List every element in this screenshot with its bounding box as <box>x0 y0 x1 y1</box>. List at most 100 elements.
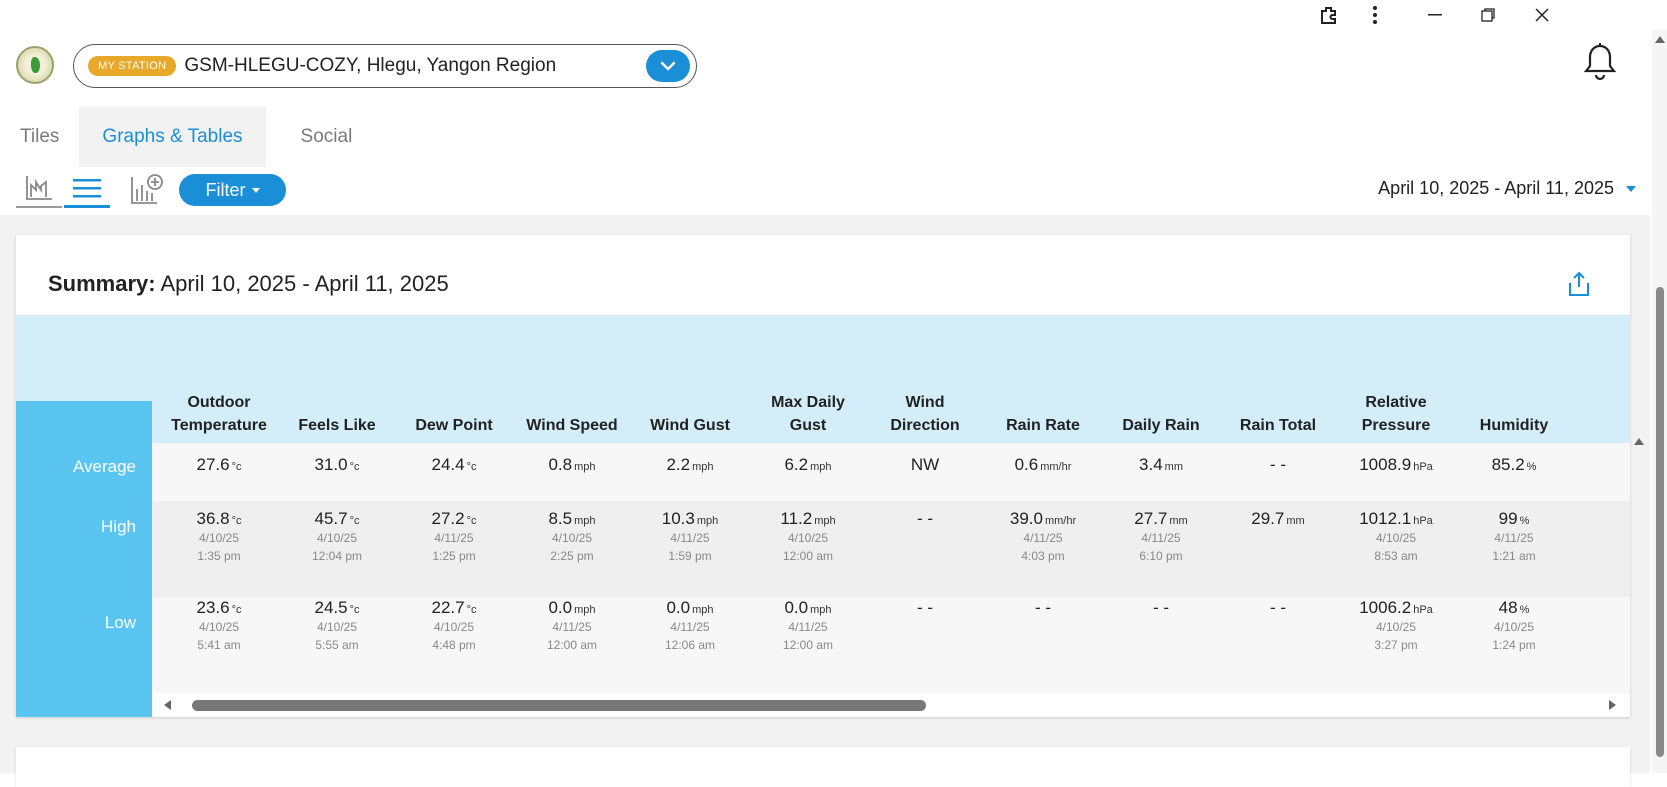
cell-date: 4/10/25 <box>551 531 593 545</box>
cell-value: 24.4 <box>431 455 465 474</box>
table-cell: 29.7 mm <box>1216 509 1340 529</box>
column-header-line2: Rain Rate <box>1006 417 1080 434</box>
cell-date: 4/11/25 <box>1023 531 1063 545</box>
cell-value: - - <box>916 509 934 528</box>
more-menu-icon[interactable] <box>1360 2 1390 28</box>
summary-card: Summary: April 10, 2025 - April 11, 2025… <box>16 235 1630 717</box>
cell-time: 4:48 pm <box>432 638 476 652</box>
table-cell: 1006.2 hPa 4/10/25 3:27 pm <box>1334 598 1458 654</box>
cell-date: 4/10/25 <box>198 620 240 634</box>
table-cell: NW <box>863 455 987 475</box>
cell-unit: °c <box>466 461 477 473</box>
tab-graphs-tables[interactable]: Graphs & Tables <box>79 107 266 167</box>
cell-value: 99 <box>1498 509 1518 528</box>
filter-button[interactable]: Filter <box>179 174 286 206</box>
cell-value: - - <box>1269 598 1287 617</box>
cell-value: 36.8 <box>196 509 230 528</box>
summary-range: April 10, 2025 - April 11, 2025 <box>160 271 449 296</box>
table-cell: 24.5 °c 4/10/25 5:55 am <box>275 598 399 654</box>
table-cell: - - <box>863 509 987 529</box>
tab-social[interactable]: Social <box>281 107 373 167</box>
cell-unit: % <box>1519 604 1530 616</box>
table-cell: 48% 4/10/25 1:24 pm <box>1452 598 1576 654</box>
table-cell: 39.0 mm/hr 4/11/25 4:03 pm <box>981 509 1105 565</box>
scroll-right-arrow-icon[interactable] <box>1609 700 1616 710</box>
cell-time: 3:27 pm <box>1374 638 1418 652</box>
cell-time: 1:35 pm <box>197 549 241 563</box>
cell-unit: °c <box>466 515 477 527</box>
cell-date: 4/11/25 <box>788 620 828 634</box>
cell-time: 12:00 am <box>782 638 834 652</box>
scroll-left-arrow-icon[interactable] <box>164 700 171 710</box>
table-cell: 11.2 mph 4/10/25 12:00 am <box>746 509 870 565</box>
cell-unit: °c <box>231 515 242 527</box>
cell-unit: mm <box>1169 515 1188 527</box>
chevron-down-icon <box>660 61 676 71</box>
horizontal-scrollbar[interactable] <box>152 693 1630 717</box>
table-cell: - - <box>1099 598 1223 618</box>
restore-icon[interactable] <box>1473 2 1503 28</box>
minimize-icon[interactable] <box>1420 2 1450 28</box>
cell-value: - - <box>916 598 934 617</box>
vertical-scroll-thumb[interactable] <box>1656 287 1664 757</box>
cell-value: 2.2 <box>666 455 691 474</box>
notifications-bell-icon[interactable] <box>1582 42 1618 82</box>
table-cell: 99% 4/11/25 1:21 am <box>1452 509 1576 565</box>
table-cell: 6.2 mph <box>746 455 870 475</box>
cell-date: 4/11/25 <box>670 620 710 634</box>
row-label-low: Low <box>104 613 136 632</box>
date-range-picker[interactable]: April 10, 2025 - April 11, 2025 <box>1378 178 1636 199</box>
cell-value: 3.4 <box>1139 455 1163 474</box>
cell-unit: hPa <box>1413 604 1433 616</box>
cell-date: 4/10/25 <box>1375 620 1417 634</box>
cell-value: 45.7 <box>314 509 348 528</box>
cell-date: 4/10/25 <box>787 531 829 545</box>
column-header-line2: Humidity <box>1479 417 1549 434</box>
cell-date: 4/11/25 <box>1494 531 1534 545</box>
table-cell: 2.2 mph <box>628 455 752 475</box>
table-view-icon[interactable] <box>64 170 110 208</box>
table-cell: 45.7 °c 4/10/25 12:04 pm <box>275 509 399 565</box>
cell-unit: °c <box>466 604 477 616</box>
cell-unit: % <box>1519 515 1530 527</box>
table-cell: 22.7 °c 4/10/25 4:48 pm <box>392 598 516 654</box>
add-graph-icon[interactable] <box>124 170 170 208</box>
table-cell: 3.4 mm <box>1099 455 1223 475</box>
cell-unit: °c <box>231 461 242 473</box>
cell-time: 5:55 am <box>315 638 359 652</box>
table-cell: 31.0 °c <box>275 455 399 475</box>
station-dropdown-button[interactable] <box>646 50 690 82</box>
table-cell: 85.2% <box>1452 455 1576 475</box>
horizontal-scroll-thumb[interactable] <box>192 700 926 711</box>
cell-value: 0.6 <box>1014 455 1039 474</box>
table-cell: 10.3 mph 4/11/25 1:59 pm <box>628 509 752 565</box>
cell-time: 12:04 pm <box>311 549 363 563</box>
cell-value: 39.0 <box>1009 509 1043 528</box>
cell-value: 1012.1 <box>1359 509 1412 528</box>
close-icon[interactable] <box>1527 2 1557 28</box>
extensions-icon[interactable] <box>1314 2 1344 28</box>
column-header: Wind Direction <box>863 391 987 437</box>
table-cell: 0.6 mm/hr <box>981 455 1105 475</box>
content-area: Summary: April 10, 2025 - April 11, 2025… <box>0 215 1650 787</box>
column-header-line2: Pressure <box>1361 417 1431 434</box>
scroll-up-arrow-icon[interactable] <box>1655 36 1665 43</box>
table-cell: 23.6 °c 4/10/25 5:41 am <box>157 598 281 654</box>
cell-date: 4/10/25 <box>316 620 358 634</box>
cell-time: 12:06 am <box>664 638 716 652</box>
scroll-up-arrow-icon[interactable] <box>1634 438 1644 445</box>
graph-view-icon[interactable] <box>16 170 62 208</box>
column-header-line2: Dew Point <box>415 417 493 434</box>
table-cell: 27.2 °c 4/11/25 1:25 pm <box>392 509 516 565</box>
cell-time: 1:59 pm <box>668 549 712 563</box>
cell-time: 2:25 pm <box>550 549 594 563</box>
tab-tiles[interactable]: Tiles <box>0 107 79 167</box>
cell-unit: mph <box>810 604 832 616</box>
station-selector[interactable]: MY STATION GSM-HLEGU-COZY, Hlegu, Yangon… <box>73 44 697 88</box>
next-card <box>16 747 1630 787</box>
cell-date: 4/10/25 <box>1375 531 1417 545</box>
export-icon[interactable] <box>1568 271 1594 299</box>
cell-time: 8:53 am <box>1374 549 1418 563</box>
station-name: GSM-HLEGU-COZY, Hlegu, Yangon Region <box>184 55 557 76</box>
vertical-scrollbar[interactable] <box>1652 30 1667 773</box>
